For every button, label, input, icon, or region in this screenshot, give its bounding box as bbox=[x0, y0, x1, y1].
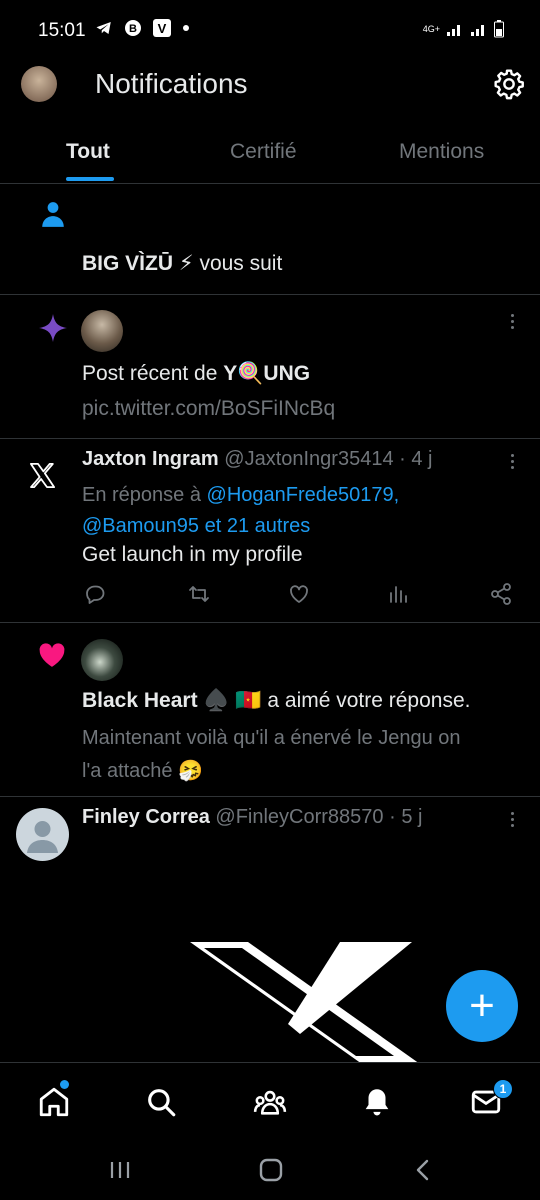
signal-icon bbox=[447, 25, 460, 36]
android-system-navigation bbox=[0, 1144, 540, 1200]
messages-badge: 1 bbox=[493, 1079, 513, 1099]
reply-to-line: En réponse à @HoganFrede50179, @Bamoun95… bbox=[82, 480, 399, 542]
views-analytics-icon[interactable] bbox=[386, 582, 410, 606]
divider bbox=[0, 622, 540, 623]
tab-tout[interactable]: Tout bbox=[66, 140, 110, 164]
more-options-icon[interactable] bbox=[511, 454, 515, 472]
follow-label: vous suit bbox=[199, 252, 283, 275]
heart-icon bbox=[39, 643, 65, 667]
status-bar: 15:01 B V 4G+ bbox=[0, 0, 540, 62]
search-icon[interactable] bbox=[144, 1085, 178, 1119]
x-logo-icon bbox=[29, 462, 56, 489]
liker-avatar[interactable] bbox=[81, 639, 123, 681]
svg-text:V: V bbox=[158, 21, 167, 36]
tab-certifie[interactable]: Certifié bbox=[230, 140, 297, 164]
share-icon[interactable] bbox=[489, 582, 513, 606]
status-notification-icons: B V bbox=[94, 18, 190, 38]
recent-post-prefix: Post récent de bbox=[82, 362, 218, 385]
tab-mentions[interactable]: Mentions bbox=[399, 140, 484, 164]
like-text: Black Heart ♠️ 🇨🇲 a aimé votre réponse. bbox=[82, 689, 470, 713]
profile-avatar[interactable] bbox=[21, 66, 57, 102]
status-system-icons: 4G+ bbox=[423, 20, 504, 38]
b-badge-icon: B bbox=[125, 20, 141, 36]
divider bbox=[0, 796, 540, 797]
more-options-icon[interactable] bbox=[511, 314, 515, 332]
signal-2-icon bbox=[471, 25, 484, 36]
communities-icon[interactable] bbox=[253, 1085, 287, 1119]
compose-fab-button[interactable]: + bbox=[446, 970, 518, 1042]
person-icon bbox=[42, 202, 64, 227]
reply-to-mention[interactable]: @HoganFrede50179, bbox=[207, 484, 400, 506]
back-nav-icon[interactable] bbox=[413, 1158, 433, 1182]
finley-handle[interactable]: @FinleyCorr88570 bbox=[215, 806, 383, 828]
page-title: Notifications bbox=[95, 68, 248, 99]
home-new-dot bbox=[60, 1080, 69, 1089]
divider bbox=[0, 438, 540, 439]
sparkle-star-icon bbox=[39, 314, 67, 342]
recent-post-author[interactable]: Y🍭UNG bbox=[223, 362, 310, 385]
home-icon[interactable] bbox=[37, 1085, 71, 1119]
young-avatar[interactable] bbox=[81, 310, 123, 352]
liker-name[interactable]: Black Heart ♠️ 🇨🇲 bbox=[82, 689, 262, 712]
x-logo-media-image[interactable] bbox=[190, 942, 420, 1064]
like-icon[interactable] bbox=[287, 582, 311, 606]
default-avatar[interactable] bbox=[16, 808, 69, 861]
more-notifications-dot-icon bbox=[183, 25, 189, 31]
tweet-time: · 4 j bbox=[399, 448, 433, 470]
like-label: a aimé votre réponse. bbox=[267, 689, 471, 712]
quote-line-2: l'a attaché 🤧 bbox=[82, 760, 204, 782]
tweet-body: Get launch in my profile bbox=[82, 543, 303, 566]
settings-gear-icon[interactable] bbox=[493, 68, 525, 100]
finley-time: · 5 j bbox=[389, 806, 423, 828]
recent-post-title: Post récent de Y🍭UNG bbox=[82, 362, 310, 386]
recent-post-link[interactable]: pic.twitter.com/BoSFiINcBq bbox=[82, 397, 335, 421]
active-tab-indicator bbox=[66, 177, 114, 181]
liked-reply-quote: Maintenant voilà qu'il a énervé le Jengu… bbox=[82, 722, 461, 788]
bottom-navigation: 1 bbox=[0, 1062, 540, 1145]
tweet-header: Jaxton Ingram @JaxtonIngr35414 · 4 j bbox=[82, 448, 432, 471]
battery-icon bbox=[494, 20, 504, 38]
finley-tweet-header: Finley Correa @FinleyCorr88570 · 5 j bbox=[82, 806, 422, 829]
tweet-author-name[interactable]: Jaxton Ingram bbox=[82, 448, 219, 470]
notifications-bell-icon[interactable] bbox=[360, 1085, 394, 1119]
network-type-label: 4G+ bbox=[422, 24, 440, 34]
follow-text: BIG VÌZŪ ⚡ vous suit bbox=[82, 251, 282, 276]
home-nav-icon[interactable] bbox=[257, 1156, 285, 1184]
svg-text:B: B bbox=[129, 23, 137, 35]
telegram-icon bbox=[96, 22, 111, 34]
finley-name[interactable]: Finley Correa bbox=[82, 806, 210, 828]
reply-to-others[interactable]: @Bamoun95 et 21 autres bbox=[82, 515, 310, 537]
recent-apps-icon[interactable] bbox=[108, 1158, 132, 1182]
reply-prefix: En réponse à bbox=[82, 484, 201, 506]
v-app-icon: V bbox=[153, 19, 171, 37]
tweet-author-handle[interactable]: @JaxtonIngr35414 bbox=[224, 448, 393, 470]
status-time: 15:01 bbox=[38, 20, 86, 41]
retweet-icon[interactable] bbox=[187, 582, 211, 606]
follower-name[interactable]: BIG VÌZŪ ⚡ bbox=[82, 252, 194, 275]
quote-line-1: Maintenant voilà qu'il a énervé le Jengu… bbox=[82, 727, 461, 749]
reply-icon[interactable] bbox=[83, 582, 107, 606]
notification-tabs: Tout Certifié Mentions bbox=[0, 128, 540, 184]
divider bbox=[0, 294, 540, 295]
plus-icon: + bbox=[469, 981, 495, 1030]
more-options-icon[interactable] bbox=[511, 812, 515, 830]
